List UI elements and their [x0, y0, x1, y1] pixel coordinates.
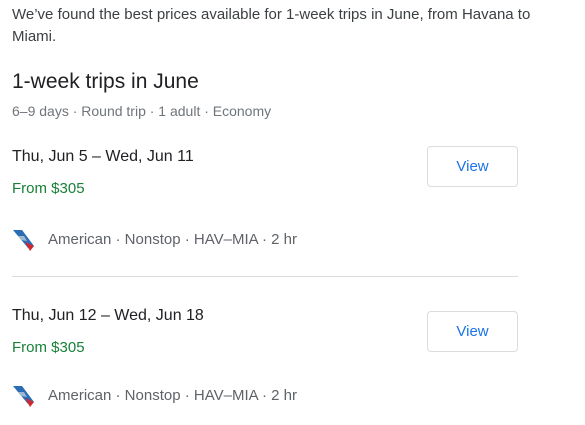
view-button[interactable]: View — [427, 146, 518, 187]
view-button[interactable]: View — [427, 311, 518, 352]
airline-row: American · Nonstop · HAV–MIA · 2 hr — [12, 382, 297, 408]
airline-info: American · Nonstop · HAV–MIA · 2 hr — [48, 386, 297, 404]
trip-card: Thu, Jun 5 – Wed, Jun 11 From $305 View … — [12, 146, 518, 266]
page-title: 1-week trips in June — [12, 70, 199, 93]
trip-card: Thu, Jun 12 – Wed, Jun 18 From $305 View… — [12, 305, 518, 425]
airline-info: American · Nonstop · HAV–MIA · 2 hr — [48, 230, 297, 248]
trip-dates: Thu, Jun 12 – Wed, Jun 18 — [12, 307, 204, 324]
intro-text: We’ve found the best prices available fo… — [12, 6, 531, 45]
american-airlines-logo-icon — [12, 226, 38, 252]
airline-row: American · Nonstop · HAV–MIA · 2 hr — [12, 226, 297, 252]
american-airlines-logo-icon — [12, 382, 38, 408]
trip-meta: 6–9 days · Round trip · 1 adult · Econom… — [12, 103, 272, 119]
trip-dates: Thu, Jun 5 – Wed, Jun 11 — [12, 148, 194, 165]
trip-price: From $305 — [12, 339, 85, 356]
trip-price: From $305 — [12, 180, 85, 197]
divider — [12, 276, 518, 277]
